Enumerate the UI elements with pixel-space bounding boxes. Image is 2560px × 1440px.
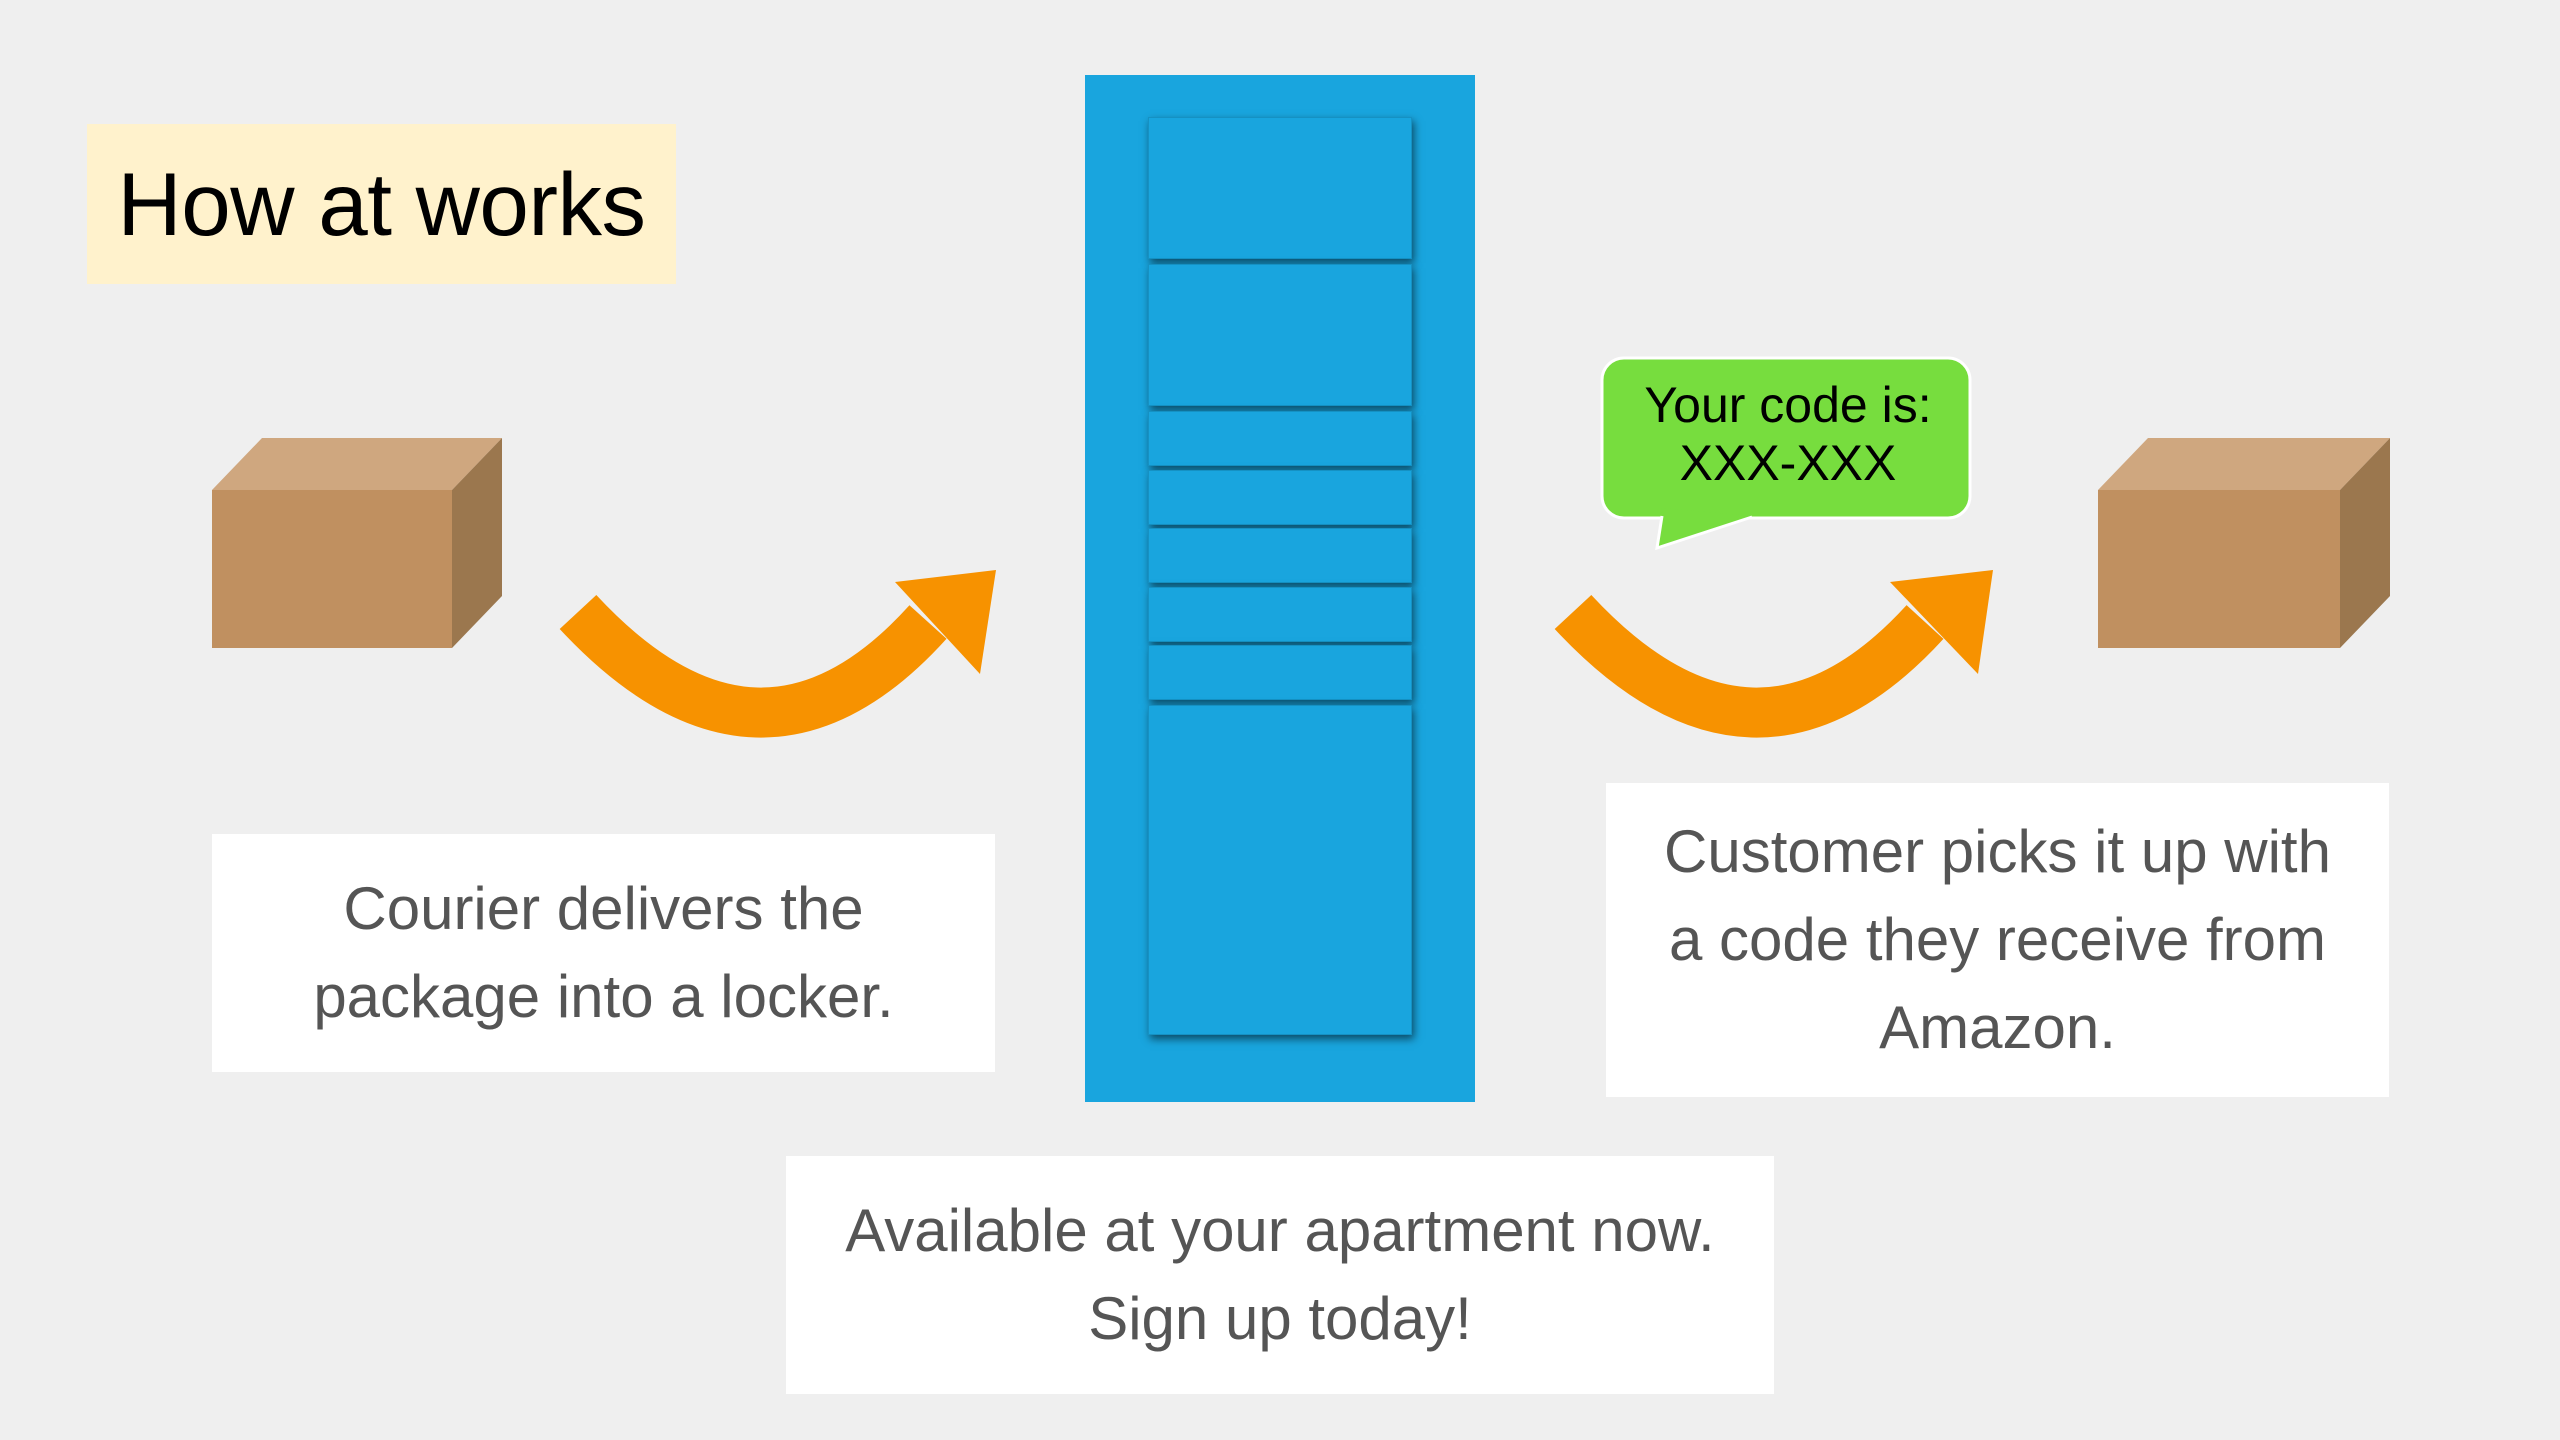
locker-compartment-6 [1148, 587, 1412, 642]
locker-compartment-1 [1148, 117, 1412, 259]
locker-compartment-8 [1148, 705, 1412, 1035]
locker-compartment-2 [1148, 264, 1412, 406]
locker-compartment-3 [1148, 411, 1412, 466]
availability-callout: Available at your apartment now. Sign up… [786, 1156, 1774, 1394]
availability-line1: Available at your apartment now. [845, 1197, 1715, 1264]
locker-compartment-4 [1148, 470, 1412, 525]
customer-step-line3: Amazon. [1879, 994, 2116, 1061]
locker-compartment-5 [1148, 528, 1412, 583]
code-bubble-line2: XXX-XXX [1679, 435, 1897, 491]
left-package-icon [212, 438, 502, 648]
code-bubble-line1: Your code is: [1644, 377, 1932, 433]
courier-step-line1: Courier delivers the [343, 875, 864, 942]
right-package-icon [2098, 438, 2390, 648]
availability-line2: Sign up today! [1088, 1285, 1472, 1352]
courier-step-caption: Courier delivers the package into a lock… [212, 834, 995, 1072]
customer-step-caption: Customer picks it up with a code they re… [1606, 783, 2389, 1097]
right-curved-arrow-icon [1554, 570, 1993, 738]
code-bubble-text: Your code is: XXX-XXX [1600, 376, 1976, 492]
left-curved-arrow-icon [559, 570, 996, 738]
courier-step-line2: package into a locker. [313, 963, 894, 1030]
customer-step-line1: Customer picks it up with [1664, 818, 2331, 885]
customer-step-line2: a code they receive from [1669, 906, 2326, 973]
locker-compartment-7 [1148, 645, 1412, 700]
